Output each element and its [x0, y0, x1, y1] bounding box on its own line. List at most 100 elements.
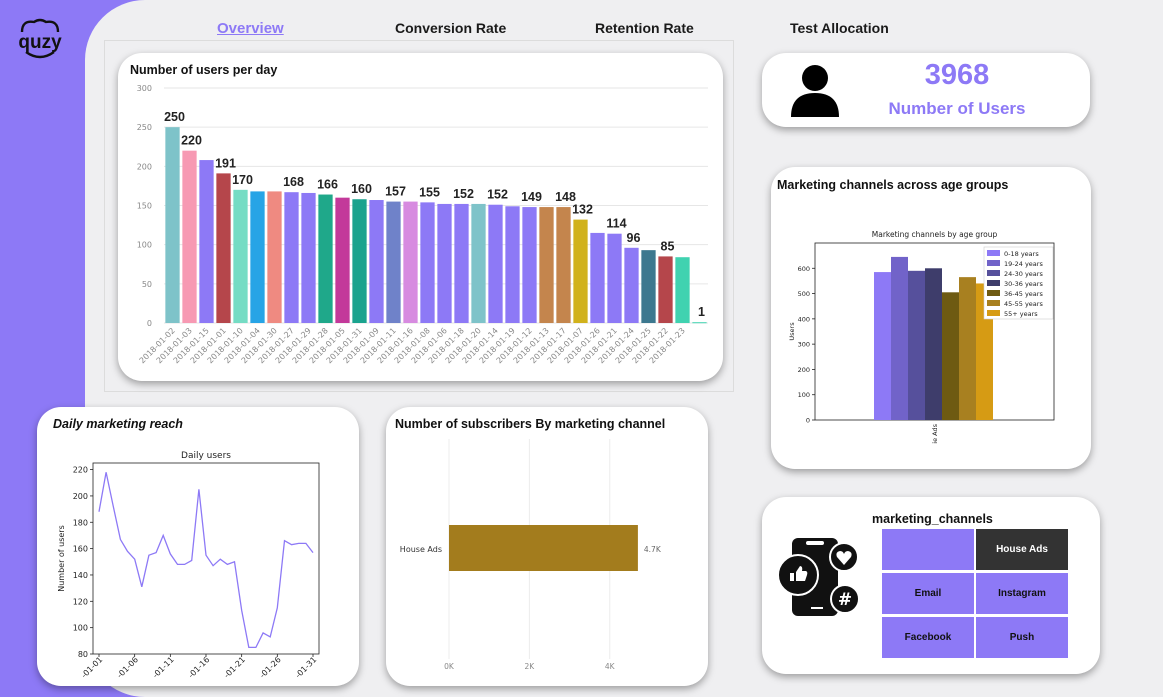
channel-tile[interactable]: Facebook: [882, 617, 974, 658]
tab-test-allocation[interactable]: Test Allocation: [790, 20, 889, 36]
series-line: [98, 472, 314, 649]
x-tick-label: -01-06: [115, 655, 140, 680]
data-label: 132: [572, 203, 593, 217]
bar: [641, 250, 656, 323]
bar: [318, 194, 333, 323]
data-label: 191: [215, 156, 236, 170]
bar: [250, 191, 265, 323]
bar: [403, 201, 418, 323]
subscribers-chart: 0K 2K 4K House Ads 4.7K: [400, 439, 662, 671]
kpi-card: 3968 Number of Users: [762, 53, 1090, 127]
y-tick-label: 300: [137, 84, 152, 93]
channel-tile[interactable]: Instagram: [976, 573, 1068, 614]
y-tick-label: 250: [137, 123, 152, 132]
x-tick-label: ie Ads: [931, 423, 939, 443]
bar: [233, 189, 248, 323]
bar: [658, 256, 673, 323]
data-label: 250: [164, 110, 185, 124]
data-label: 1: [698, 305, 705, 319]
x-tick-label: -01-26: [258, 655, 283, 680]
data-label: 220: [181, 134, 202, 148]
y-tick-label: 140: [73, 571, 88, 580]
legend-label: 0-18 years: [1004, 250, 1039, 258]
bar: [449, 525, 638, 571]
kpi-value: 3968: [924, 59, 990, 91]
y-tick-label: 500: [798, 290, 810, 298]
channels-card: marketing_channels # House Ads Email Insta…: [762, 497, 1100, 674]
legend-swatch: [987, 300, 1000, 306]
channel-tile[interactable]: Email: [882, 573, 974, 614]
bar: [301, 192, 316, 323]
legend-swatch: [987, 280, 1000, 286]
x-tick-label: -01-16: [187, 655, 212, 680]
tab-retention-rate[interactable]: Retention Rate: [595, 20, 694, 36]
bar: [675, 257, 690, 323]
y-tick-label: 200: [137, 162, 152, 171]
data-label: 166: [317, 178, 338, 192]
legend-label: 19-24 years: [1004, 260, 1043, 268]
x-tick-label: -01-21: [222, 655, 247, 680]
bar: [874, 272, 891, 420]
x-tick-label: -01-11: [151, 655, 176, 680]
data-label: 168: [283, 175, 304, 189]
data-label: 157: [385, 185, 406, 199]
y-tick-label: 100: [73, 624, 88, 633]
bar: [539, 207, 554, 323]
daily-reach-chart: Daily users 80 100 120 140 160 180 200 220 Number…: [57, 451, 320, 680]
legend-label: 30-36 years: [1004, 280, 1043, 288]
legend-swatch: [987, 290, 1000, 296]
svg-text:#: #: [838, 590, 852, 610]
bar: [556, 207, 571, 323]
legend-swatch: [987, 260, 1000, 266]
kpi-label: Number of Users: [888, 99, 1026, 118]
bar: [925, 268, 942, 420]
bar: [216, 173, 231, 323]
y-tick-label: 200: [73, 492, 88, 501]
legend-swatch: [987, 250, 1000, 256]
data-label: 152: [453, 187, 474, 201]
tab-conversion-rate[interactable]: Conversion Rate: [395, 20, 506, 36]
bar: [165, 127, 180, 324]
tab-overview[interactable]: Overview: [217, 20, 284, 37]
users-per-day-chart: 0501001502002503002018-01-022018-01-0320…: [137, 84, 708, 365]
y-tick-label: 100: [798, 391, 810, 399]
y-tick-label: 200: [798, 366, 810, 374]
daily-reach-card: Daily marketing reach Daily users 80 100 12…: [37, 407, 359, 686]
y-tick-label: 150: [137, 202, 152, 211]
data-label: 160: [351, 182, 372, 196]
channels-title: marketing_channels: [872, 512, 993, 526]
logo-text: quzy: [18, 32, 62, 53]
bar: [692, 322, 707, 324]
plot-frame: [92, 462, 320, 655]
bar: [505, 206, 520, 323]
bar: [908, 270, 925, 420]
data-label: 170: [232, 173, 253, 187]
legend-swatch: [987, 270, 1000, 276]
y-tick-label: 180: [73, 518, 88, 527]
bar: [607, 233, 622, 323]
y-tick-label: 50: [142, 280, 152, 289]
y-tick-label: 0: [147, 319, 152, 328]
quzy-logo[interactable]: quzy: [12, 18, 68, 62]
social-phone-icon: #: [777, 538, 860, 616]
age-groups-chart: Marketing channels by age group 0 100 200 30…: [788, 230, 1055, 444]
channel-tile[interactable]: [882, 529, 974, 570]
bar: [471, 203, 486, 323]
channel-tile[interactable]: Push: [976, 617, 1068, 658]
channel-tile[interactable]: House Ads: [976, 529, 1068, 570]
legend-label: 55+ years: [1004, 310, 1038, 318]
y-tick-label: 120: [73, 597, 88, 606]
legend-label: 45-55 years: [1004, 300, 1043, 308]
bar: [437, 203, 452, 323]
bar: [590, 232, 605, 323]
legend-label: 24-30 years: [1004, 270, 1043, 278]
y-tick-label: 0: [806, 417, 810, 425]
data-label: 4.7K: [644, 545, 662, 554]
y-tick-label: House Ads: [400, 545, 442, 554]
bar: [488, 204, 503, 323]
bar: [624, 247, 639, 323]
bar: [420, 202, 435, 323]
y-tick-label: 600: [798, 265, 810, 273]
data-label: 96: [627, 231, 641, 245]
y-tick-label: 300: [798, 341, 810, 349]
